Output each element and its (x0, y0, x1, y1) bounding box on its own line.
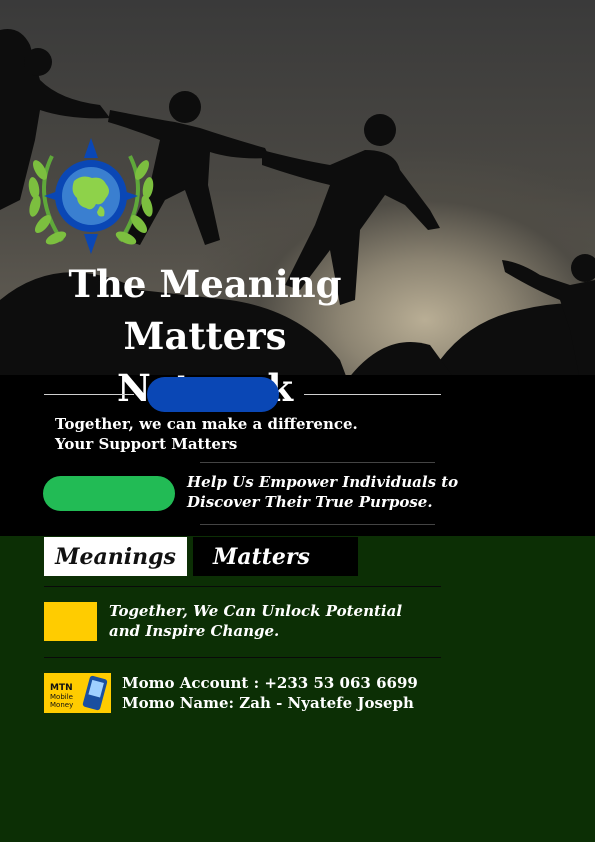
divider-right (304, 394, 441, 395)
mtn-mobile-money-logo: MTN Mobile Money (44, 673, 111, 713)
tab-meanings: Meanings (44, 537, 187, 576)
momo-name: Momo Name: Zah - Nyatefe Joseph (122, 694, 414, 712)
divider-mission (200, 524, 435, 525)
divider-tagline (200, 462, 435, 463)
tagline-text: Together, we can make a difference. Your… (55, 415, 358, 453)
tab-matters-label: Matters (213, 543, 310, 570)
momo-details: Momo Account : +233 53 063 6699 Momo Nam… (122, 673, 452, 713)
mission-text: Help Us Empower Individuals to Discover … (187, 473, 459, 511)
divider-tabs (44, 586, 441, 587)
divider-unlock (44, 657, 441, 658)
momo-logo-text-2: Mobile (50, 693, 73, 701)
globe-compass-laurel-logo (22, 136, 160, 260)
green-pill-decoration (43, 476, 175, 511)
momo-logo-text-3: Money (50, 701, 73, 709)
tab-matters: Matters (193, 537, 358, 576)
tab-meanings-label: Meanings (55, 543, 176, 570)
divider-left (44, 394, 134, 395)
momo-account: Momo Account : +233 53 063 6699 (122, 674, 418, 692)
title-line-1: The Meaning (68, 262, 342, 306)
unlock-text: Together, We Can Unlock Potential and In… (109, 602, 403, 640)
momo-logo-text-1: MTN (50, 683, 73, 693)
blue-pill-decoration (147, 377, 279, 412)
yellow-square-decoration (44, 602, 97, 641)
